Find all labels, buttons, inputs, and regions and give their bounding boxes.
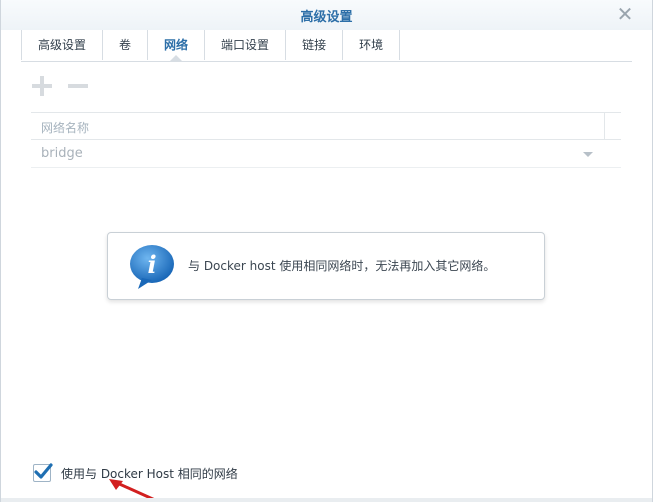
tab-port-settings[interactable]: 端口设置 bbox=[205, 30, 287, 60]
checkmark-icon bbox=[34, 463, 53, 479]
column-header-network-name: 网络名称 bbox=[41, 121, 90, 135]
info-bubble-icon: i bbox=[130, 245, 174, 289]
advanced-settings-dialog: 高级设置 ✕ 高级设置 卷 网络 端口设置 链接 环境 网络名称 bridge bbox=[0, 0, 653, 502]
close-icon[interactable]: ✕ bbox=[616, 4, 634, 24]
use-host-network-checkbox[interactable] bbox=[33, 463, 53, 482]
tab-bar: 高级设置 卷 网络 端口设置 链接 环境 bbox=[21, 30, 632, 62]
dialog-footer-edge bbox=[1, 498, 652, 502]
tab-volume[interactable]: 卷 bbox=[103, 30, 149, 60]
network-toolbar bbox=[31, 75, 89, 97]
title-bar: 高级设置 ✕ bbox=[1, 0, 652, 30]
tab-network[interactable]: 网络 bbox=[148, 30, 206, 61]
minus-icon[interactable] bbox=[67, 75, 89, 97]
svg-text:i: i bbox=[147, 250, 156, 279]
info-message-box: i 与 Docker host 使用相同网络时，无法再加入其它网络。 bbox=[107, 232, 545, 300]
plus-icon[interactable] bbox=[31, 75, 53, 97]
tab-environment[interactable]: 环境 bbox=[343, 30, 401, 60]
tab-links[interactable]: 链接 bbox=[286, 30, 344, 60]
info-message-text: 与 Docker host 使用相同网络时，无法再加入其它网络。 bbox=[188, 259, 496, 273]
column-divider bbox=[604, 113, 605, 139]
chevron-down-icon[interactable] bbox=[583, 152, 593, 157]
network-grid: 网络名称 bridge bbox=[31, 112, 621, 168]
table-row[interactable]: bridge bbox=[31, 140, 621, 168]
dialog-title: 高级设置 bbox=[300, 10, 353, 25]
network-name-value: bridge bbox=[41, 146, 83, 161]
grid-header: 网络名称 bbox=[31, 112, 621, 140]
tab-advanced-settings[interactable]: 高级设置 bbox=[21, 30, 104, 60]
